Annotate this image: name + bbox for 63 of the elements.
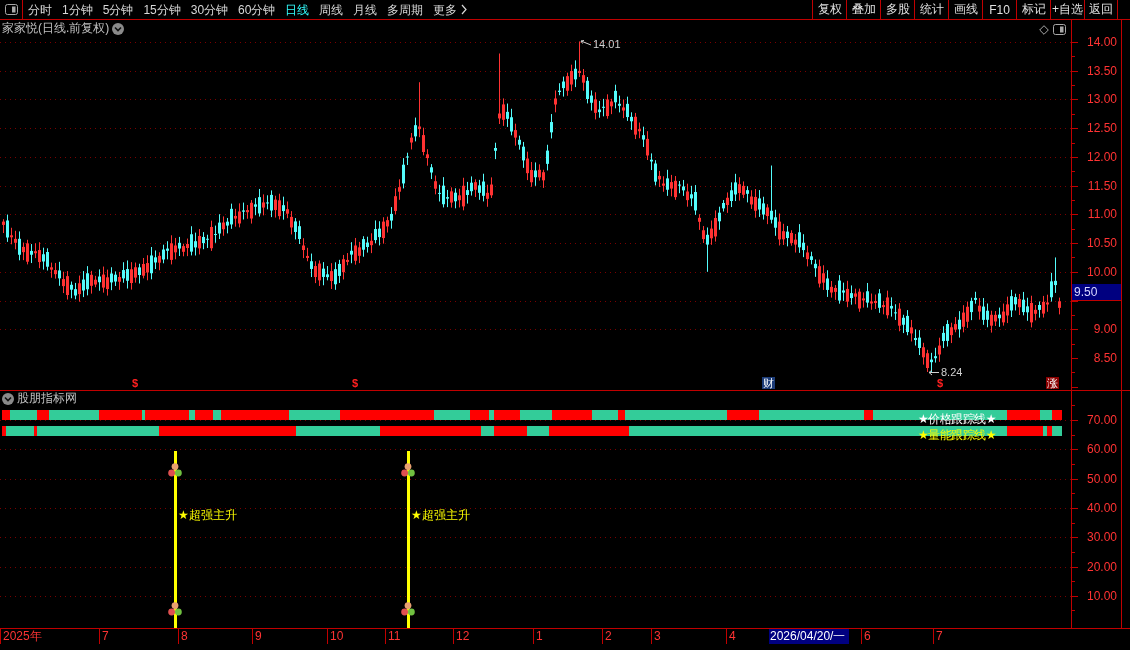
- axis-label: 20.00: [1086, 559, 1117, 574]
- axis-label: 2025年: [0, 629, 42, 644]
- axis-label: 13.00: [1086, 92, 1117, 107]
- period-tab[interactable]: 月线: [353, 1, 378, 18]
- axis-label: 2: [602, 629, 612, 644]
- toolbar-button[interactable]: 叠加: [846, 0, 880, 19]
- period-tab[interactable]: 周线: [319, 1, 344, 18]
- period-tab[interactable]: 分时: [28, 1, 52, 18]
- current-price-label: 9.50: [1072, 284, 1121, 301]
- axis-label: 11.00: [1087, 207, 1117, 222]
- signal-label: ★超强主升: [178, 508, 237, 522]
- axis-label: 12.50: [1086, 121, 1117, 136]
- axis-label: 4: [726, 629, 736, 644]
- toolbar-button[interactable]: 返回: [1084, 0, 1118, 19]
- axis-label: 10: [327, 629, 344, 644]
- axis-label: 30.00: [1086, 530, 1117, 545]
- toolbar-button[interactable]: +自选: [1050, 0, 1084, 19]
- axis-label: 9: [252, 629, 262, 644]
- more-menu-button[interactable]: 更多: [433, 1, 468, 18]
- toolbar-button[interactable]: 统计: [914, 0, 948, 19]
- period-tab[interactable]: 5分钟: [102, 1, 134, 18]
- axis-label: 14.00: [1086, 35, 1117, 49]
- axis-label: 13.50: [1086, 63, 1117, 78]
- axis-label: 11.50: [1087, 178, 1117, 193]
- cursor-date-label: 2026/04/20/一: [769, 629, 849, 644]
- axis-label: 50.00: [1086, 471, 1117, 486]
- axis-label: 12.00: [1086, 149, 1117, 164]
- axis-label: 7: [933, 629, 943, 644]
- axis-label: 8: [178, 629, 188, 644]
- dots-icon: [401, 602, 415, 616]
- dots-icon: [168, 602, 182, 616]
- toolbar-button[interactable]: 复权: [812, 0, 846, 19]
- period-tab[interactable]: 1分钟: [62, 1, 93, 18]
- axis-label: 10.00: [1086, 588, 1117, 603]
- axis-label: 11: [385, 629, 401, 644]
- indicator-title: 股朋指标网: [17, 392, 77, 405]
- axis-label: 9.00: [1093, 322, 1117, 337]
- period-tab[interactable]: 日线: [285, 1, 310, 18]
- axis-label: 1: [533, 629, 543, 644]
- axis-label: 7: [99, 629, 109, 644]
- dots-icon: [401, 463, 415, 477]
- axis-label: 10.00: [1086, 264, 1117, 279]
- axis-label: 8.50: [1093, 350, 1117, 365]
- dropdown-icon: [2, 392, 14, 405]
- period-tab[interactable]: 30分钟: [190, 1, 229, 18]
- toolbar-button[interactable]: 画线: [948, 0, 982, 19]
- chevron-right-icon: [461, 4, 468, 15]
- axis-label: 60.00: [1086, 442, 1117, 457]
- toolbar-button[interactable]: F10: [982, 0, 1016, 19]
- toolbar-button[interactable]: 标记: [1016, 0, 1050, 19]
- axis-label: 10.50: [1086, 236, 1117, 251]
- axis-label: 12: [453, 629, 470, 644]
- panel-icon: [4, 4, 18, 15]
- axis-label: 70.00: [1086, 413, 1117, 427]
- axis-label: 3: [651, 629, 661, 644]
- signal-label: ★超强主升: [411, 508, 470, 522]
- axis-label: 40.00: [1086, 500, 1117, 515]
- toolbar-button[interactable]: 多股: [880, 0, 914, 19]
- period-tab[interactable]: 60分钟: [238, 1, 276, 18]
- period-tab[interactable]: 多周期: [387, 1, 424, 18]
- axis-label: 6: [861, 629, 871, 644]
- dots-icon: [168, 463, 182, 477]
- period-tab[interactable]: 15分钟: [143, 1, 181, 18]
